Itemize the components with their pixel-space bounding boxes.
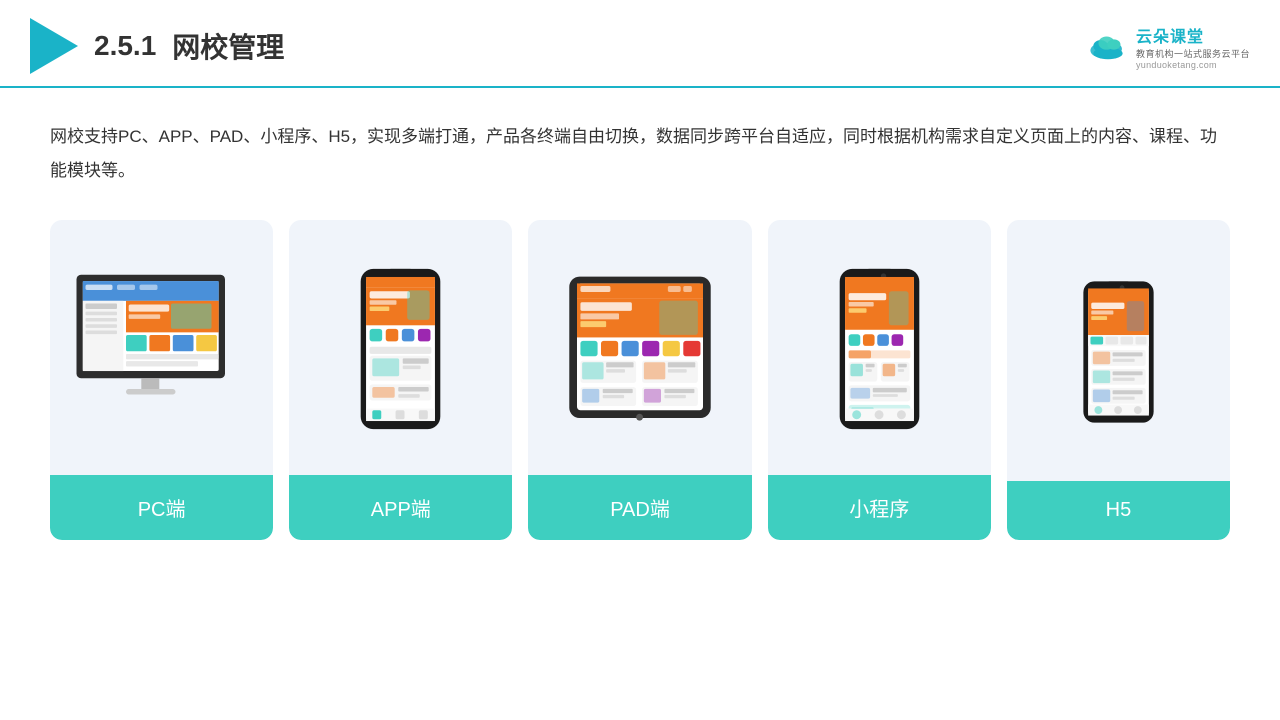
card-app: APP端 <box>289 220 512 540</box>
mini-program-mockup-image <box>837 264 922 434</box>
brand-tagline: 教育机构一站式服务云平台 <box>1136 47 1250 60</box>
card-h5-label: H5 <box>1007 481 1230 540</box>
logo-triangle-icon <box>30 18 78 74</box>
page-title: 2.5.1 <box>94 30 156 62</box>
brand-area: 云朵课堂 教育机构一站式服务云平台 yunduoketang.com <box>1086 23 1250 70</box>
brand-logo: 云朵课堂 教育机构一站式服务云平台 yunduoketang.com <box>1086 23 1250 70</box>
header-left: 2.5.1 网校管理 <box>30 18 284 74</box>
card-h5: H5 <box>1007 220 1230 540</box>
pc-image-area <box>66 240 257 457</box>
card-app-label: APP端 <box>289 475 512 540</box>
pc-mockup-image <box>72 269 252 429</box>
description-text: 网校支持PC、APP、PAD、小程序、H5，实现多端打通，产品各终端自由切换，数… <box>50 120 1230 188</box>
mini-program-image-area <box>784 240 975 457</box>
page-title-text: 网校管理 <box>172 26 284 66</box>
header: 2.5.1 网校管理 云朵课堂 教育机构一站式服务云平台 yunduoketan… <box>0 0 1280 88</box>
pad-mockup-image <box>565 269 715 429</box>
app-mockup-image <box>358 264 443 434</box>
pad-image-area <box>544 240 735 457</box>
cloud-icon <box>1086 31 1130 61</box>
content-area: 网校支持PC、APP、PAD、小程序、H5，实现多端打通，产品各终端自由切换，数… <box>0 88 1280 560</box>
brand-url: yunduoketang.com <box>1136 60 1217 70</box>
card-pc-label: PC端 <box>50 475 273 540</box>
h5-mockup-image <box>1081 272 1156 432</box>
card-pad-label: PAD端 <box>528 475 751 540</box>
card-mini-program: 小程序 <box>768 220 991 540</box>
brand-text: 云朵课堂 教育机构一站式服务云平台 yunduoketang.com <box>1136 23 1250 70</box>
cards-container: PC端 <box>50 220 1230 540</box>
brand-name: 云朵课堂 <box>1136 23 1204 47</box>
card-mini-program-label: 小程序 <box>768 475 991 540</box>
card-pad: PAD端 <box>528 220 751 540</box>
card-pc: PC端 <box>50 220 273 540</box>
app-image-area <box>305 240 496 457</box>
h5-image-area <box>1023 240 1214 463</box>
